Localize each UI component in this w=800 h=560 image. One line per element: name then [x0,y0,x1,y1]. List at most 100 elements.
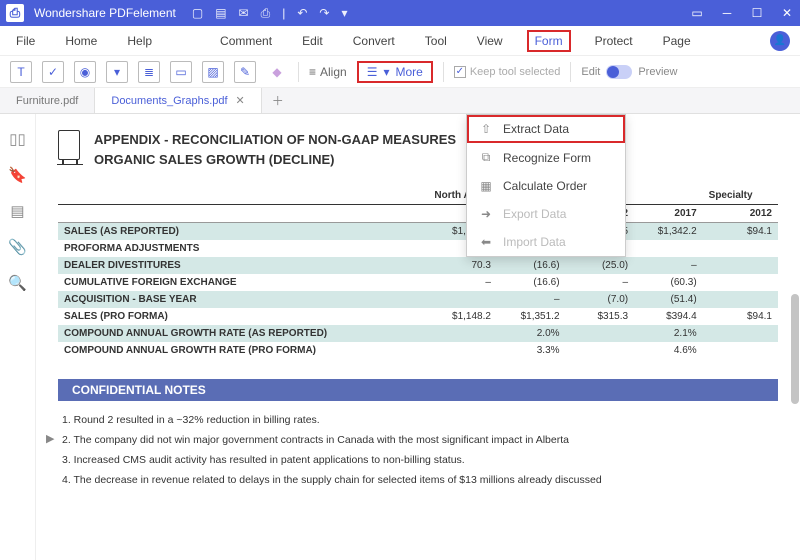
menu-home[interactable]: Home [59,30,103,52]
document-heading: APPENDIX - RECONCILIATION OF NON-GAAP ME… [58,130,778,169]
comments-icon[interactable]: ▤ [10,202,24,220]
chevron-down-icon: ▾ [383,65,389,79]
page-title: APPENDIX - RECONCILIATION OF NON-GAAP ME… [94,130,456,169]
notes-heading: CONFIDENTIAL NOTES [58,379,778,401]
scrollbar-thumb[interactable] [791,294,799,404]
dropdown-label: Recognize Form [503,151,591,165]
list-tool-icon[interactable]: ≣ [138,61,160,83]
section-marker-icon: ▶ [46,432,54,445]
dropdown-label: Import Data [503,235,566,249]
checkbox-tool-icon[interactable]: ✓ [42,61,64,83]
extract-icon: ⇧ [479,122,493,136]
menu-protect[interactable]: Protect [589,30,639,52]
edit-label: Edit [581,66,600,78]
toolbar-divider [298,62,299,82]
tab-furniture[interactable]: Furniture.pdf [0,88,95,113]
dropdown-label: Calculate Order [503,179,587,193]
menubar: File Home Help Comment Edit Convert Tool… [0,26,800,56]
close-tab-icon[interactable]: ✕ [236,94,245,107]
menu-tool[interactable]: Tool [419,30,453,52]
eraser-tool-icon[interactable]: ◆ [266,61,288,83]
heading-line-2: ORGANIC SALES GROWTH (DECLINE) [94,152,335,167]
toggle-icon [606,65,632,79]
financial-table: North AmericaELASpecialty201220172012201… [58,187,778,359]
menu-view[interactable]: View [471,30,509,52]
qat-divider: | [282,6,285,21]
window-controls: ▭ ─ ☐ ✕ [690,6,794,20]
close-icon[interactable]: ✕ [780,6,794,20]
customize-icon[interactable]: ▾ [341,6,347,21]
bookmark-icon[interactable]: 🔖 [8,166,27,184]
signature-tool-icon[interactable]: ✎ [234,61,256,83]
menu-edit[interactable]: Edit [296,30,329,52]
button-tool-icon[interactable]: ▭ [170,61,192,83]
quick-access-toolbar: ▢ ▤ ✉ ⎙ | ↶ ↷ ▾ [192,6,680,21]
redo-icon[interactable]: ↷ [319,6,329,21]
plus-icon: ＋ [272,92,284,109]
form-toolbar: T ✓ ◉ ▾ ≣ ▭ ▨ ✎ ◆ ≡ Align ☰ ▾ More ✓ Keep to… [0,56,800,88]
edit-preview-toggle[interactable]: Edit Preview [581,65,677,79]
menu-help[interactable]: Help [121,30,158,52]
thumbnails-icon[interactable]: ▯▯ [9,130,26,148]
maximize-icon[interactable]: ☐ [750,6,764,20]
dropdown-label: Export Data [503,207,566,221]
toolbar-divider-2 [443,62,444,82]
dropdown-recognize-form[interactable]: ⧉ Recognize Form [467,143,625,172]
preview-label: Preview [638,66,677,78]
menu-form[interactable]: Form [527,30,571,52]
dropdown-extract-data[interactable]: ⇧ Extract Data [467,115,625,143]
dropdown-label: Extract Data [503,122,569,136]
main-area: ▯▯ 🔖 ▤ 📎 🔍 ⇧ Extract Data ⧉ Recognize Form… [0,114,800,560]
dropdown-calculate-order[interactable]: ▦ Calculate Order [467,172,625,200]
export-icon: ➜ [479,207,493,221]
radio-tool-icon[interactable]: ◉ [74,61,96,83]
menu-convert[interactable]: Convert [347,30,401,52]
titlebar: ⎙ Wondershare PDFelement ▢ ▤ ✉ ⎙ | ↶ ↷ ▾… [0,0,800,26]
mail-icon[interactable]: ✉ [239,6,249,21]
attachments-icon[interactable]: 📎 [8,238,27,256]
undo-icon[interactable]: ↶ [297,6,307,21]
align-icon: ≡ [309,65,316,79]
print-icon[interactable]: ⎙ [261,6,271,21]
user-avatar-icon[interactable]: 👤 [770,31,790,51]
align-label: Align [320,65,347,79]
dropdown-import-data[interactable]: ⬅ Import Data [467,228,625,256]
menu-page[interactable]: Page [657,30,697,52]
chair-icon [58,130,80,160]
keep-tool-checkbox[interactable]: ✓ Keep tool selected [454,66,561,78]
checkbox-icon: ✓ [454,66,466,78]
import-icon: ⬅ [479,235,493,249]
keep-tool-label: Keep tool selected [470,66,561,78]
recognize-icon: ⧉ [479,150,493,165]
app-name: Wondershare PDFelement [34,6,176,20]
menu-comment[interactable]: Comment [214,30,278,52]
minimize-icon[interactable]: ─ [720,6,734,20]
more-button[interactable]: ☰ ▾ More [357,61,433,83]
compact-icon[interactable]: ▭ [690,6,704,20]
dropdown-export-data[interactable]: ➜ Export Data [467,200,625,228]
more-label: More [396,65,423,79]
align-button[interactable]: ≡ Align [309,65,347,79]
save-icon[interactable]: ▤ [215,6,226,21]
text-field-tool-icon[interactable]: T [10,61,32,83]
image-tool-icon[interactable]: ▨ [202,61,224,83]
tab-label: Furniture.pdf [16,95,78,107]
toolbar-divider-3 [570,62,571,82]
new-tab-button[interactable]: ＋ [262,88,294,113]
vertical-scrollbar[interactable] [790,114,800,560]
combo-tool-icon[interactable]: ▾ [106,61,128,83]
open-icon[interactable]: ▢ [192,6,203,21]
more-dropdown: ⇧ Extract Data ⧉ Recognize Form ▦ Calculate… [466,114,626,257]
search-icon[interactable]: 🔍 [8,274,27,292]
heading-line-1: APPENDIX - RECONCILIATION OF NON-GAAP ME… [94,132,456,147]
left-sidebar: ▯▯ 🔖 ▤ 📎 🔍 [0,114,36,560]
menu-file[interactable]: File [10,30,41,52]
tab-label: Documents_Graphs.pdf [111,95,227,107]
tab-documents-graphs[interactable]: Documents_Graphs.pdf ✕ [95,88,261,113]
notes-list: 1. Round 2 resulted in a ~32% reduction … [58,411,778,491]
app-logo-icon: ⎙ [6,4,24,22]
more-icon: ☰ [367,65,378,79]
document-view[interactable]: ⇧ Extract Data ⧉ Recognize Form ▦ Calculate… [36,114,800,560]
calculate-icon: ▦ [479,179,493,193]
document-tabs: Furniture.pdf Documents_Graphs.pdf ✕ ＋ [0,88,800,114]
